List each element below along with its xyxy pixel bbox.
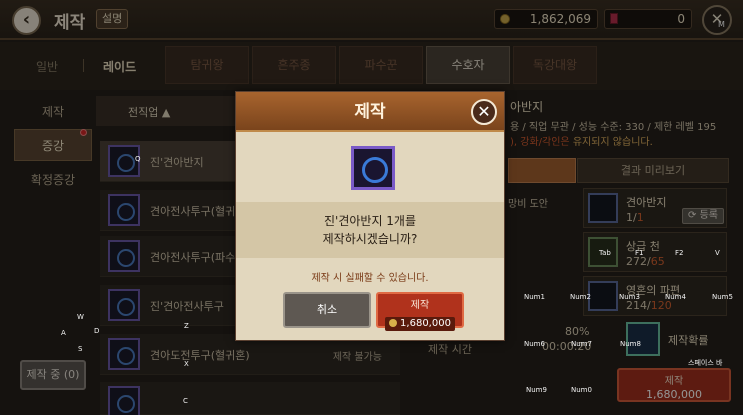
key-hint: V [715,249,720,257]
confirm-label: 제작 [410,300,430,311]
key-hint: Num0 [571,386,592,394]
dialog-header: 제작 [236,92,504,132]
key-hint: 스페이스 바 [688,359,723,367]
key-hint: S [78,345,83,353]
craft-confirm-dialog: 제작 ✕ 진'견아반지 1개를 제작하시겠습니까? 제작 시 실패할 수 있습니… [235,91,505,341]
price-value: 1,680,000 [400,318,451,329]
key-hint: Num8 [620,340,641,348]
key-hint: A [61,329,66,337]
close-x-icon[interactable]: ✕ [471,99,497,125]
key-hint: X [184,360,189,368]
message-line2: 제작하시겠습니까? [322,232,418,246]
key-hint: Num5 [712,293,733,301]
key-hint: Num9 [526,386,547,394]
key-hint: Num7 [571,340,592,348]
key-hint: Num4 [665,293,686,301]
key-hint: Num3 [619,293,640,301]
confirm-price: 1,680,000 [385,317,455,331]
message-line1: 진'견아반지 1개를 [323,214,417,228]
key-hint: Tab [599,249,611,257]
key-hint: F2 [675,249,684,257]
dialog-title: 제작 [354,102,386,122]
dialog-message: 진'견아반지 1개를 제작하시겠습니까? [236,202,504,258]
game-screen: ‹ 제작 설명 1,862,069 0 ✕ M 일반 레이드 탐귀왕 흔주종 파수… [0,0,743,415]
cancel-button[interactable]: 취소 [283,292,371,328]
gold-coin-icon [389,319,398,327]
key-hint: Q [135,155,141,163]
key-hint: Num2 [570,293,591,301]
key-hint: W [77,313,84,321]
confirm-craft-button[interactable]: 제작 1,680,000 [376,292,464,331]
key-hint: C [183,397,188,405]
key-hint: Num6 [524,340,545,348]
key-hint: F1 [635,249,644,257]
ring-icon [351,146,395,190]
key-hint: Z [184,322,189,330]
dialog-warning: 제작 시 실패할 수 있습니다. [311,273,429,284]
cancel-label: 취소 [316,303,338,316]
key-hint: Num1 [524,293,545,301]
key-hint: D [94,327,100,335]
